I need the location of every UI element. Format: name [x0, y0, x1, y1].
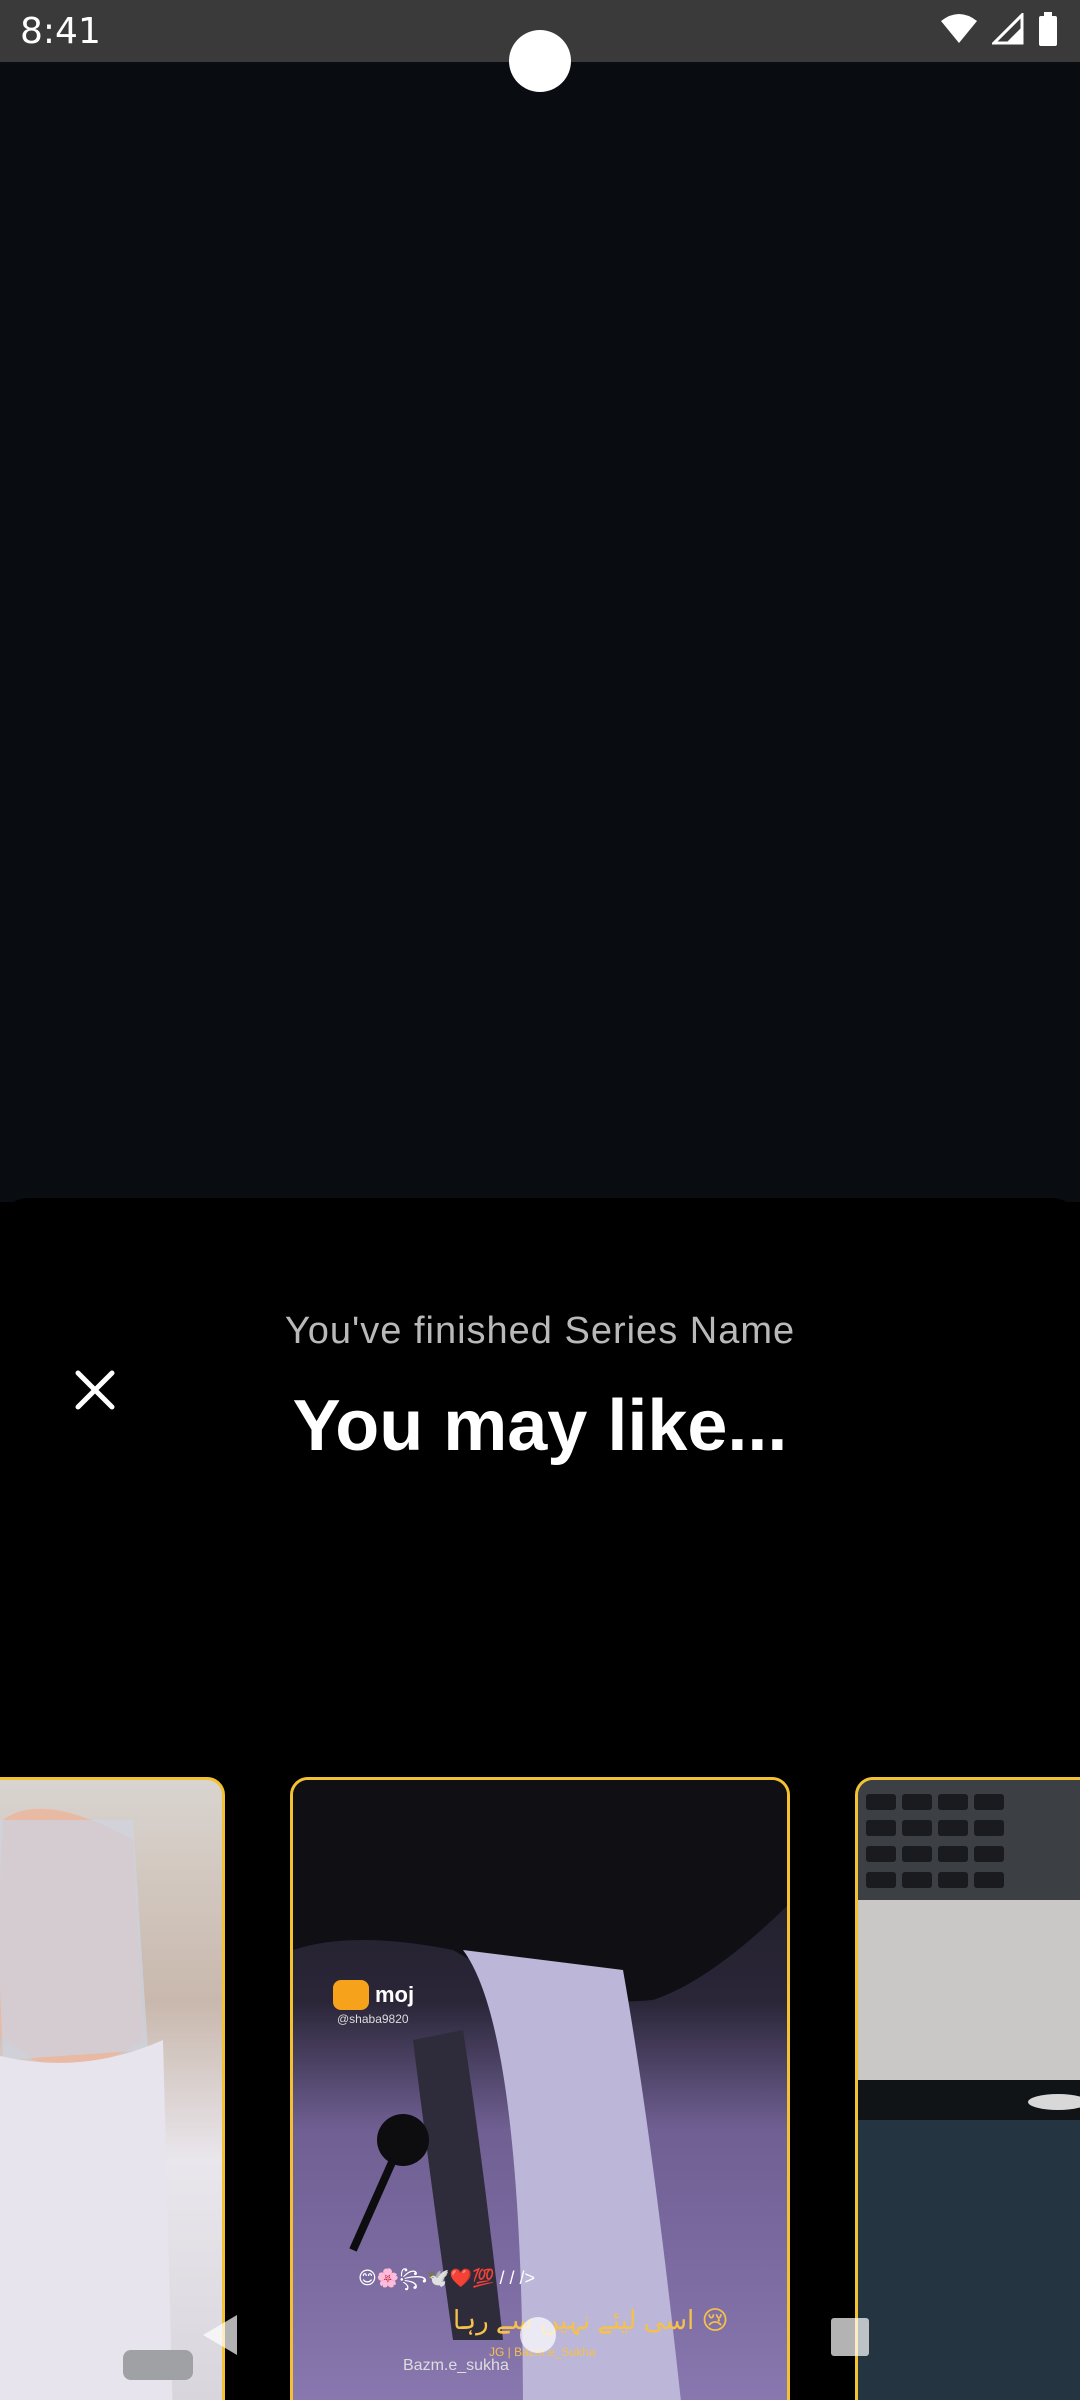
recommendation-card-right[interactable] [855, 1777, 1080, 2400]
caption-handle: Bazm.e_sukha [403, 2357, 509, 2374]
recommendation-card-left[interactable] [0, 1777, 225, 2400]
status-time: 8:41 [20, 11, 101, 52]
nav-home-button[interactable] [520, 2317, 556, 2353]
moj-handle: @shaba9820 [337, 2012, 409, 2026]
caption-urdu-line: اسی لیئے نہیں سے رہا 😢 [453, 2305, 729, 2335]
nav-back-button[interactable] [203, 2315, 237, 2355]
you-may-like-title: You may like... [292, 1386, 788, 1466]
screen: 8:41 You've finished Series Name You may… [0, 0, 1080, 2400]
video-player-area[interactable] [0, 62, 1080, 1202]
camera-cutout [509, 30, 571, 92]
signal-icon [992, 13, 1024, 45]
status-icons [940, 12, 1058, 46]
caption-emoji-line: 😊🌸꧂🕊️❤️💯 / / /> [358, 2268, 536, 2288]
thumbnail-left [0, 1808, 193, 2400]
moj-logo-icon [333, 1980, 369, 2010]
nav-recents-button[interactable] [831, 2318, 869, 2356]
finished-series-subtitle: You've finished Series Name [284, 1310, 796, 1352]
battery-icon [1039, 12, 1057, 46]
wifi-icon [941, 14, 977, 43]
recommendation-card-center[interactable]: moj @shaba9820 😊🌸꧂🕊️❤️💯 / / /> اسی لیئے … [290, 1777, 790, 2400]
thumbnail-right [858, 1780, 1080, 2400]
moj-watermark: moj [333, 1980, 414, 2010]
moj-brand-text: moj [375, 1982, 415, 2007]
